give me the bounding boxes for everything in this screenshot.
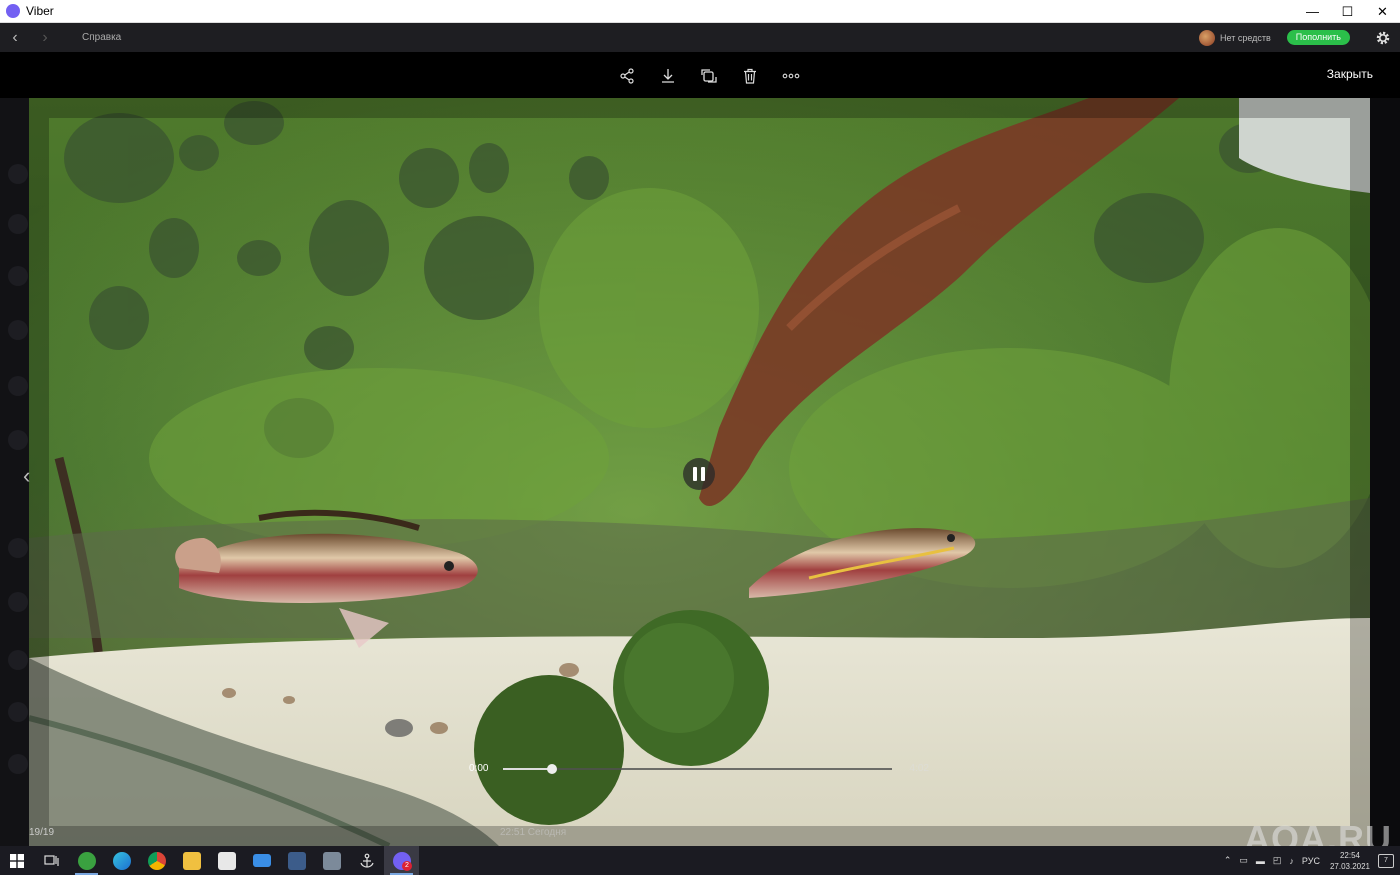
current-time: 0:00 [469,763,489,774]
seek-bar[interactable] [503,764,892,774]
utorrent-taskbar-app[interactable] [69,846,104,875]
pause-button[interactable] [683,458,715,490]
anchor-icon [359,853,374,868]
battery-icon[interactable]: ▬ [1256,856,1265,866]
avatar [8,650,28,670]
previous-media-button[interactable]: ‹ [23,463,30,489]
right-backdrop [1370,98,1400,846]
topup-button[interactable]: Пополнить [1286,30,1350,45]
unread-badge: 2 [402,861,412,871]
store-icon [217,851,236,870]
avatar [8,320,28,340]
utorrent-icon [77,851,96,870]
notifications-button[interactable]: 7 [1378,853,1394,868]
clock-date: 27.03.2021 [1329,861,1370,871]
system-tray: ⌃ ▭ ▬ ◰ ♪ РУС 22:54 27.03.2021 7 [1220,846,1400,875]
folder-icon [182,851,201,870]
maximize-button[interactable]: ☐ [1330,0,1365,23]
clock[interactable]: 22:54 27.03.2021 [1330,850,1370,872]
more-icon[interactable] [770,64,811,88]
avatar [8,592,28,612]
media-timestamp: 22:51 Сегодня [500,827,567,838]
chevron-up-icon[interactable]: ⌃ [1224,855,1232,866]
media-viewer-toolbar: Закрыть [0,52,1400,98]
store-taskbar-app[interactable] [209,846,244,875]
media-counter: 19/19 [29,827,55,838]
windows-icon [10,853,24,868]
task-view-button[interactable] [34,846,69,875]
window-title: Viber [26,4,54,18]
avatar [8,266,28,286]
app-1-taskbar-app[interactable] [279,846,314,875]
seek-progress [503,768,552,770]
app-2-taskbar-app[interactable] [314,846,349,875]
edge-icon [112,851,131,870]
video-frame[interactable]: 0:00 4:02 [29,98,1370,846]
network-icon[interactable]: ◰ [1273,855,1282,866]
task-view-icon [43,854,59,866]
viewer-tools [606,64,811,88]
pause-icon [693,467,697,481]
app-navbar: ‹ › Справка Нет средств Пополнить [0,23,1400,52]
minimize-button[interactable]: — [1295,0,1330,23]
forward-icon[interactable] [688,64,729,88]
anchor-taskbar-app[interactable] [349,846,384,875]
mail-taskbar-app[interactable] [244,846,279,875]
edge-taskbar-app[interactable] [104,846,139,875]
window-titlebar: Viber — ☐ ✕ [0,0,1400,23]
mail-icon [252,854,271,867]
share-icon[interactable] [606,64,647,88]
gear-icon[interactable] [1366,23,1400,52]
avatar [8,376,28,396]
help-link[interactable]: Справка [82,32,121,43]
monitor-icon[interactable]: ▭ [1239,855,1248,866]
avatar [8,214,28,234]
chrome-taskbar-app[interactable] [139,846,174,875]
chrome-icon [147,851,166,870]
trash-icon[interactable] [729,64,770,88]
start-button[interactable] [0,846,34,875]
avatar[interactable] [1198,29,1215,46]
seek-handle[interactable] [546,764,557,774]
avatar [8,164,28,184]
back-button[interactable]: ‹ [0,23,30,52]
clock-time: 22:54 [1339,850,1360,860]
video-timeline: 0:00 4:02 [459,762,929,776]
balance-label: Нет средств [1219,32,1271,43]
media-stage: 0:00 4:02 ‹ 19/19 22:51 Сегодня [0,98,1400,846]
app-2-icon [322,851,341,870]
language-indicator[interactable]: РУС [1302,856,1320,866]
total-time: 4:02 [909,763,929,774]
explorer-taskbar-app[interactable] [174,846,209,875]
forward-button[interactable]: › [30,23,60,52]
viber-logo-icon [6,4,20,18]
avatar [8,430,28,450]
close-window-button[interactable]: ✕ [1365,0,1400,23]
window-controls: — ☐ ✕ [1295,0,1400,23]
viber-taskbar-app[interactable]: 2 [384,846,419,875]
pause-icon [701,467,705,481]
download-icon[interactable] [647,64,688,88]
avatar [8,702,28,722]
app-1-icon [287,851,306,870]
avatar [8,538,28,558]
avatar [8,754,28,774]
windows-taskbar: 2 ⌃ ▭ ▬ ◰ ♪ РУС 22:54 27.03.2021 7 [0,846,1400,875]
account-area: Нет средств Пополнить [1198,23,1400,52]
close-viewer-button[interactable]: Закрыть [1327,67,1373,81]
volume-icon[interactable]: ♪ [1289,856,1294,866]
